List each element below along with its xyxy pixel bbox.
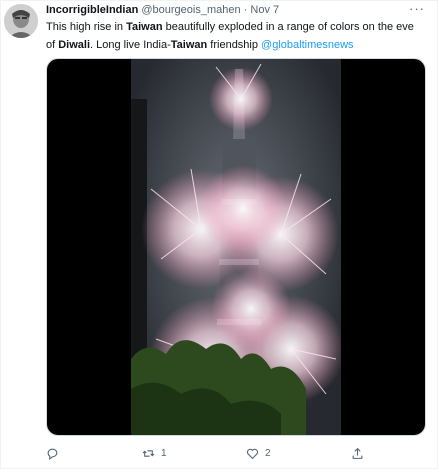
share-icon (352, 447, 363, 459)
reply-button[interactable] (46, 444, 65, 462)
tweet-text-part: This high rise in (46, 21, 127, 33)
hashtag-keyword: Taiwan (170, 39, 208, 51)
share-button[interactable] (351, 444, 364, 462)
retweet-button[interactable]: 1 (142, 444, 167, 462)
tweet-text: This high rise in Taiwan beautifully exp… (46, 18, 426, 54)
video-player[interactable] (46, 58, 426, 436)
tweet-text-part: friendship (207, 39, 262, 51)
video-frame (131, 59, 341, 435)
mention-link[interactable]: @globaltimesnews (261, 39, 354, 51)
like-icon (246, 448, 259, 459)
retweet-count: 1 (161, 447, 167, 459)
like-button[interactable]: 2 (246, 444, 271, 462)
retweet-icon (142, 449, 155, 457)
tweet-card[interactable]: IncorrigibleIndian @bourgeois_mahen · No… (0, 0, 438, 469)
avatar-image (4, 4, 38, 38)
separator-dot: · (243, 4, 248, 16)
reply-icon (47, 448, 58, 460)
avatar[interactable] (4, 4, 38, 38)
user-handle[interactable]: @bourgeois_mahen (141, 4, 240, 16)
tweet-date[interactable]: Nov 7 (250, 4, 279, 16)
hashtag-keyword: Diwali (58, 39, 91, 51)
hashtag-keyword: Taiwan (126, 21, 163, 33)
like-count: 2 (265, 447, 271, 459)
tweet-actions: 1 2 (46, 444, 416, 462)
display-name[interactable]: IncorrigibleIndian (46, 4, 138, 16)
tweet-text-part: . Long live India- (90, 39, 171, 51)
tweet-header: IncorrigibleIndian @bourgeois_mahen · No… (46, 3, 279, 17)
fireworks-image (131, 59, 341, 435)
more-icon[interactable]: ··· (409, 1, 425, 16)
